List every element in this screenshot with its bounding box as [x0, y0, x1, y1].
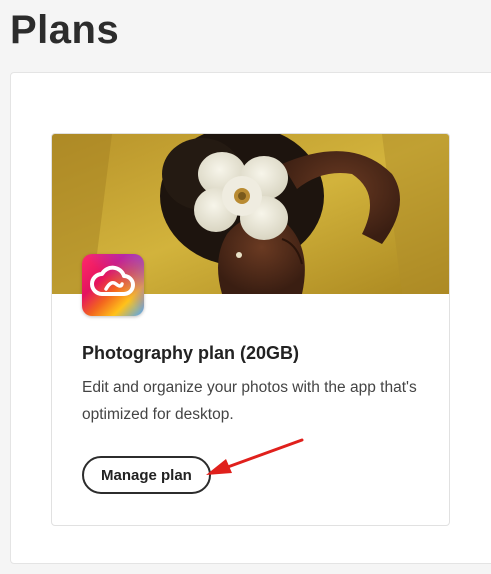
creative-cloud-icon: [82, 254, 144, 316]
annotation-arrow: [206, 438, 304, 475]
page-title: Plans: [10, 8, 120, 52]
plan-description: Edit and organize your photos with the a…: [82, 379, 417, 423]
plan-title: Photography plan (20GB): [82, 343, 300, 363]
